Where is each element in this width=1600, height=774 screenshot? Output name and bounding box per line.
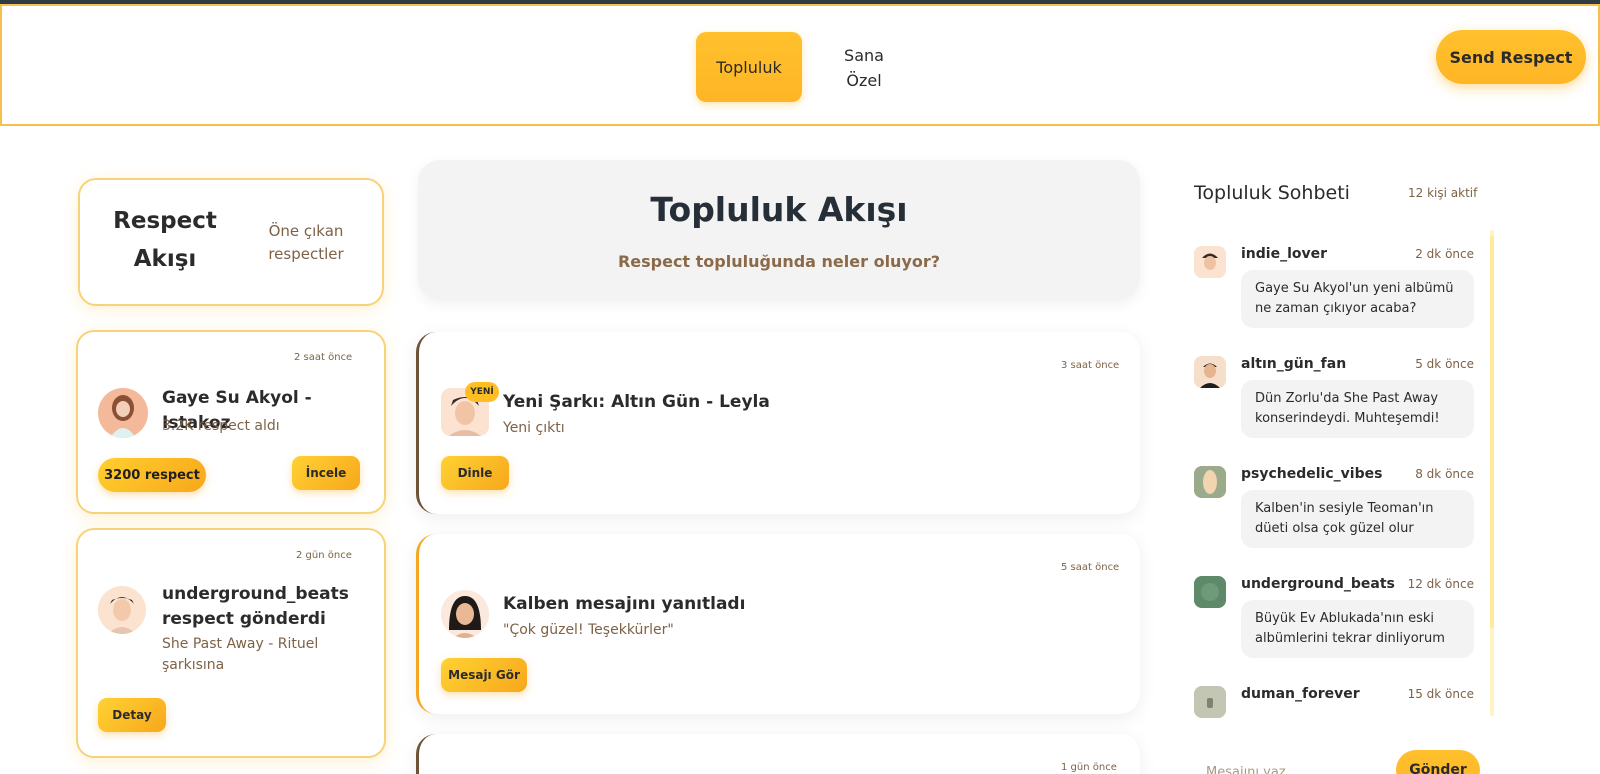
respect-count-pill[interactable]: 3200 respect (98, 458, 206, 492)
card-subtitle: 3.2K respect aldı (162, 418, 280, 434)
chat-message: underground_beats 12 dk önce Büyük Ev Ab… (1194, 576, 1474, 658)
feed-item: 5 saat önce Kalben mesajını yanıtladı "Ç… (416, 534, 1140, 714)
chat-username: indie_lover (1241, 246, 1328, 262)
chat-title: Topluluk Sohbeti (1194, 182, 1350, 204)
chat-message-input[interactable]: Mesajını yaz... (1206, 765, 1298, 774)
respect-flow-header: Respect Akışı Öne çıkan respectler (78, 178, 384, 306)
new-badge: YENİ (465, 382, 499, 402)
chat-username: altın_gün_fan (1241, 356, 1347, 372)
card-time: 2 saat önce (294, 352, 353, 363)
respect-flow-title: Respect Akışı (113, 208, 217, 272)
chat-username: psychedelic_vibes (1241, 466, 1383, 482)
chat-time: 15 dk önce (1407, 687, 1474, 701)
chat-bubble: Büyük Ev Ablukada'nın eski albümlerini t… (1241, 600, 1474, 658)
user-avatar (98, 586, 146, 634)
artist-avatar (441, 590, 489, 638)
chat-message: duman_forever 15 dk önce (1194, 686, 1474, 718)
chat-active-count: 12 kişi aktif (1408, 186, 1478, 200)
community-feed-header: Topluluk Akışı Respect topluluğunda nele… (418, 160, 1140, 300)
card-title: underground_beats respect gönderdi (162, 584, 349, 629)
chat-message: altın_gün_fan 5 dk önce Dün Zorlu'da She… (1194, 356, 1474, 438)
card-subtitle: She Past Away - Rituel şarkısına (162, 636, 319, 673)
chat-bubble: Kalben'in sesiyle Teoman'ın düeti olsa ç… (1241, 490, 1474, 548)
detail-button[interactable]: Detay (98, 698, 166, 732)
user-avatar (1194, 246, 1226, 278)
chat-message: indie_lover 2 dk önce Gaye Su Akyol'un y… (1194, 246, 1474, 328)
chat-time: 12 dk önce (1407, 577, 1474, 591)
chat-scrollbar-thumb[interactable] (1490, 236, 1494, 628)
feed-subtitle: "Çok güzel! Teşekkürler" (503, 622, 674, 638)
feed-item: 3 saat önce YENİ Yeni Şarkı: Altın Gün -… (416, 332, 1140, 514)
artist-avatar (98, 388, 148, 438)
tab-topluluk[interactable]: Topluluk (696, 32, 802, 102)
top-navbar: Topluluk Sana Özel Send Respect (0, 4, 1600, 126)
chat-bubble: Dün Zorlu'da She Past Away konserindeydi… (1241, 380, 1474, 438)
feed-time: 5 saat önce (1061, 562, 1120, 573)
feed-time: 3 saat önce (1061, 360, 1120, 371)
user-avatar (1194, 466, 1226, 498)
respect-card: 2 gün önce underground_beats respect gön… (76, 528, 386, 758)
chat-time: 2 dk önce (1415, 247, 1474, 261)
feed-title: Yeni Şarkı: Altın Gün - Leyla (503, 392, 770, 412)
feed-time: 1 gün önce (1061, 762, 1117, 773)
feed-item: 1 gün önce (416, 734, 1140, 774)
chat-username: underground_beats (1241, 576, 1395, 592)
view-message-button[interactable]: Mesajı Gör (441, 658, 527, 692)
inspect-button[interactable]: İncele (292, 456, 360, 490)
community-feed-title: Topluluk Akışı (650, 190, 908, 229)
tab-sana-ozel[interactable]: Sana Özel (832, 40, 896, 96)
feed-subtitle: Yeni çıktı (503, 420, 565, 436)
user-avatar (1194, 686, 1226, 718)
respect-card: 2 saat önce Gaye Su Akyol - Istakoz 3.2K… (76, 330, 386, 514)
chat-time: 8 dk önce (1415, 467, 1474, 481)
chat-time: 5 dk önce (1415, 357, 1474, 371)
user-avatar (1194, 576, 1226, 608)
chat-username: duman_forever (1241, 686, 1360, 702)
feed-title: Kalben mesajını yanıtladı (503, 594, 746, 614)
chat-message: psychedelic_vibes 8 dk önce Kalben'in se… (1194, 466, 1474, 548)
card-time: 2 gün önce (296, 550, 352, 561)
user-avatar (1194, 356, 1226, 388)
chat-bubble: Gaye Su Akyol'un yeni albümü ne zaman çı… (1241, 270, 1474, 328)
community-feed-subtitle: Respect topluluğunda neler oluyor? (617, 252, 941, 271)
chat-send-button[interactable]: Gönder (1396, 750, 1480, 774)
respect-flow-subtitle: Öne çıkan respectler (268, 222, 344, 263)
send-respect-button[interactable]: Send Respect (1436, 30, 1586, 84)
listen-button[interactable]: Dinle (441, 456, 509, 490)
